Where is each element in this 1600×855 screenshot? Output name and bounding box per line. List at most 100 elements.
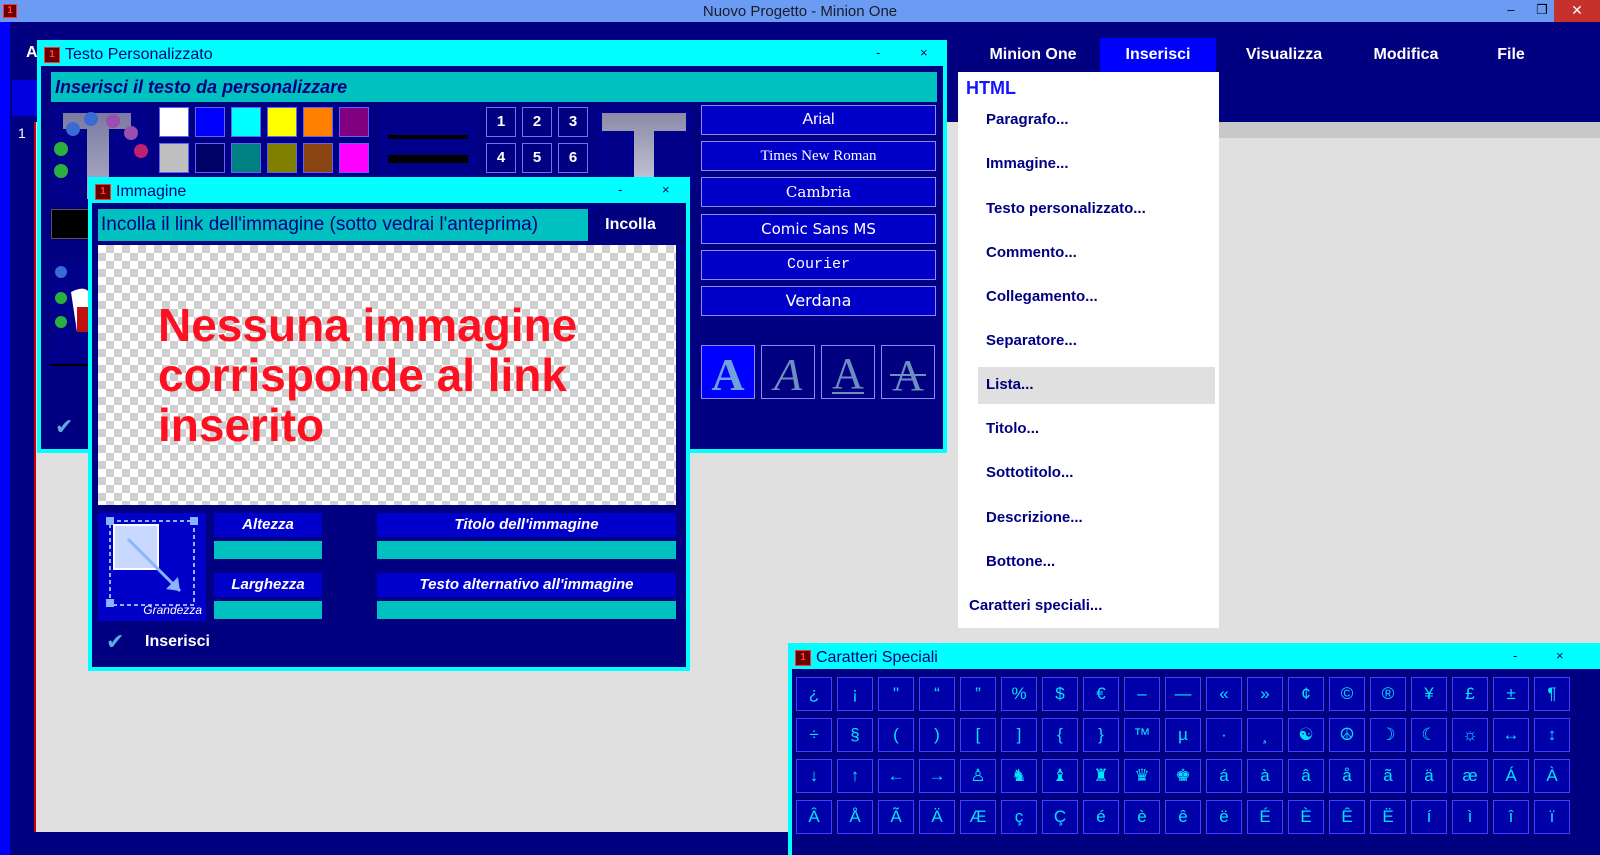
special-char-button[interactable]: È <box>1288 800 1324 834</box>
color-swatch-teal[interactable] <box>231 143 261 173</box>
special-char-button[interactable]: ♞ <box>1001 759 1037 793</box>
special-char-button[interactable]: £ <box>1452 677 1488 711</box>
special-char-button[interactable]: ” <box>960 677 996 711</box>
special-char-button[interactable]: “ <box>919 677 955 711</box>
menu-inserisci[interactable]: Inserisci <box>1100 38 1216 72</box>
special-char-button[interactable]: ( <box>878 718 914 752</box>
special-char-button[interactable]: · <box>1206 718 1242 752</box>
dropdown-item-testo-personalizzato[interactable]: Testo personalizzato... <box>986 200 1146 217</box>
special-char-button[interactable]: ™ <box>1124 718 1160 752</box>
special-char-button[interactable]: æ <box>1452 759 1488 793</box>
underline-style-button[interactable]: A <box>821 345 875 399</box>
bold-style-button[interactable]: A <box>701 345 755 400</box>
special-char-button[interactable]: ì <box>1452 800 1488 834</box>
special-char-button[interactable]: { <box>1042 718 1078 752</box>
special-char-button[interactable]: ☾ <box>1411 718 1447 752</box>
dropdown-item-descrizione[interactable]: Descrizione... <box>986 509 1083 526</box>
special-char-button[interactable]: á <box>1206 759 1242 793</box>
menu-minion-one[interactable]: Minion One <box>968 38 1098 72</box>
special-char-button[interactable]: % <box>1001 677 1037 711</box>
special-char-button[interactable]: » <box>1247 677 1283 711</box>
menu-modifica[interactable]: Modifica <box>1350 38 1462 72</box>
color-swatch-navy[interactable] <box>195 143 225 173</box>
color-swatch-magenta[interactable] <box>339 143 369 173</box>
special-char-button[interactable]: $ <box>1042 677 1078 711</box>
dropdown-item-immagine[interactable]: Immagine... <box>986 155 1069 172</box>
special-char-button[interactable]: ) <box>919 718 955 752</box>
special-char-button[interactable]: Ç <box>1042 800 1078 834</box>
special-char-button[interactable]: } <box>1083 718 1119 752</box>
paste-button[interactable]: Incolla <box>588 209 673 241</box>
minimize-icon[interactable]: - <box>876 45 880 60</box>
window-titlebar[interactable]: 1 Caratteri Speciali - × <box>792 647 1600 669</box>
special-char-button[interactable]: © <box>1329 677 1365 711</box>
special-char-button[interactable]: ï <box>1534 800 1570 834</box>
size-button-4[interactable]: 4 <box>486 143 516 173</box>
color-swatch-olive[interactable] <box>267 143 297 173</box>
special-char-button[interactable]: ¿ <box>796 677 832 711</box>
special-char-button[interactable]: " <box>878 677 914 711</box>
minimize-icon[interactable]: - <box>1513 648 1517 663</box>
color-swatch-blue[interactable] <box>195 107 225 137</box>
special-char-button[interactable]: ↕ <box>1534 718 1570 752</box>
special-char-button[interactable]: ↓ <box>796 759 832 793</box>
special-char-button[interactable]: – <box>1124 677 1160 711</box>
special-char-button[interactable]: µ <box>1165 718 1201 752</box>
special-char-button[interactable]: Ê <box>1329 800 1365 834</box>
window-titlebar[interactable]: 1 Testo Personalizzato - × <box>41 44 943 66</box>
special-char-button[interactable]: ÷ <box>796 718 832 752</box>
image-size-control[interactable]: Grandezza <box>98 513 206 621</box>
special-char-button[interactable]: ♝ <box>1042 759 1078 793</box>
special-char-button[interactable]: ã <box>1370 759 1406 793</box>
close-icon[interactable]: × <box>1556 648 1564 663</box>
insert-check-icon[interactable]: ✔ <box>106 629 124 655</box>
special-char-button[interactable]: à <box>1247 759 1283 793</box>
color-swatch-brown[interactable] <box>303 143 333 173</box>
special-char-button[interactable]: ë <box>1206 800 1242 834</box>
font-times-button[interactable]: Times New Roman <box>701 141 936 171</box>
special-char-button[interactable]: ä <box>1411 759 1447 793</box>
special-char-button[interactable]: ♛ <box>1124 759 1160 793</box>
height-input[interactable] <box>214 541 322 559</box>
close-icon[interactable]: ✕ <box>1554 0 1600 22</box>
special-char-button[interactable]: ☯ <box>1288 718 1324 752</box>
dropdown-item-sottotitolo[interactable]: Sottotitolo... <box>986 464 1073 481</box>
special-char-button[interactable]: è <box>1124 800 1160 834</box>
special-char-button[interactable]: å <box>1329 759 1365 793</box>
special-char-button[interactable]: ← <box>878 759 914 793</box>
confirm-check-icon[interactable]: ✔ <box>55 414 73 440</box>
special-char-button[interactable]: Á <box>1493 759 1529 793</box>
color-swatch-silver[interactable] <box>159 143 189 173</box>
special-char-button[interactable]: ♜ <box>1083 759 1119 793</box>
restore-icon[interactable]: ❐ <box>1528 0 1556 22</box>
special-char-button[interactable]: â <box>1288 759 1324 793</box>
dropdown-item-lista[interactable]: Lista... <box>986 376 1034 393</box>
special-char-button[interactable]: ♙ <box>960 759 996 793</box>
custom-text-input[interactable]: Inserisci il testo da personalizzare <box>51 72 937 102</box>
special-char-button[interactable]: É <box>1247 800 1283 834</box>
menu-file[interactable]: File <box>1478 38 1544 72</box>
special-char-button[interactable]: é <box>1083 800 1119 834</box>
special-char-button[interactable]: î <box>1493 800 1529 834</box>
image-link-input[interactable]: Incolla il link dell'immagine (sotto ved… <box>98 209 588 241</box>
special-char-button[interactable]: ☮ <box>1329 718 1365 752</box>
special-char-button[interactable]: ± <box>1493 677 1529 711</box>
size-button-2[interactable]: 2 <box>522 107 552 137</box>
italic-style-button[interactable]: A <box>761 345 815 400</box>
dropdown-item-separatore[interactable]: Separatore... <box>986 332 1077 349</box>
special-char-button[interactable]: ☽ <box>1370 718 1406 752</box>
size-button-5[interactable]: 5 <box>522 143 552 173</box>
special-char-button[interactable]: « <box>1206 677 1242 711</box>
special-char-button[interactable]: À <box>1534 759 1570 793</box>
color-swatch-white[interactable] <box>159 107 189 137</box>
color-swatch-orange[interactable] <box>303 107 333 137</box>
toolbar-letter[interactable]: A <box>26 44 38 62</box>
special-char-button[interactable]: ¢ <box>1288 677 1324 711</box>
special-char-button[interactable]: Ã <box>878 800 914 834</box>
strikethrough-style-button[interactable]: A <box>881 345 935 400</box>
special-char-button[interactable]: € <box>1083 677 1119 711</box>
special-char-button[interactable]: → <box>919 759 955 793</box>
minimize-icon[interactable]: – <box>1497 0 1525 22</box>
special-char-button[interactable]: ↔ <box>1493 718 1529 752</box>
special-char-button[interactable]: í <box>1411 800 1447 834</box>
